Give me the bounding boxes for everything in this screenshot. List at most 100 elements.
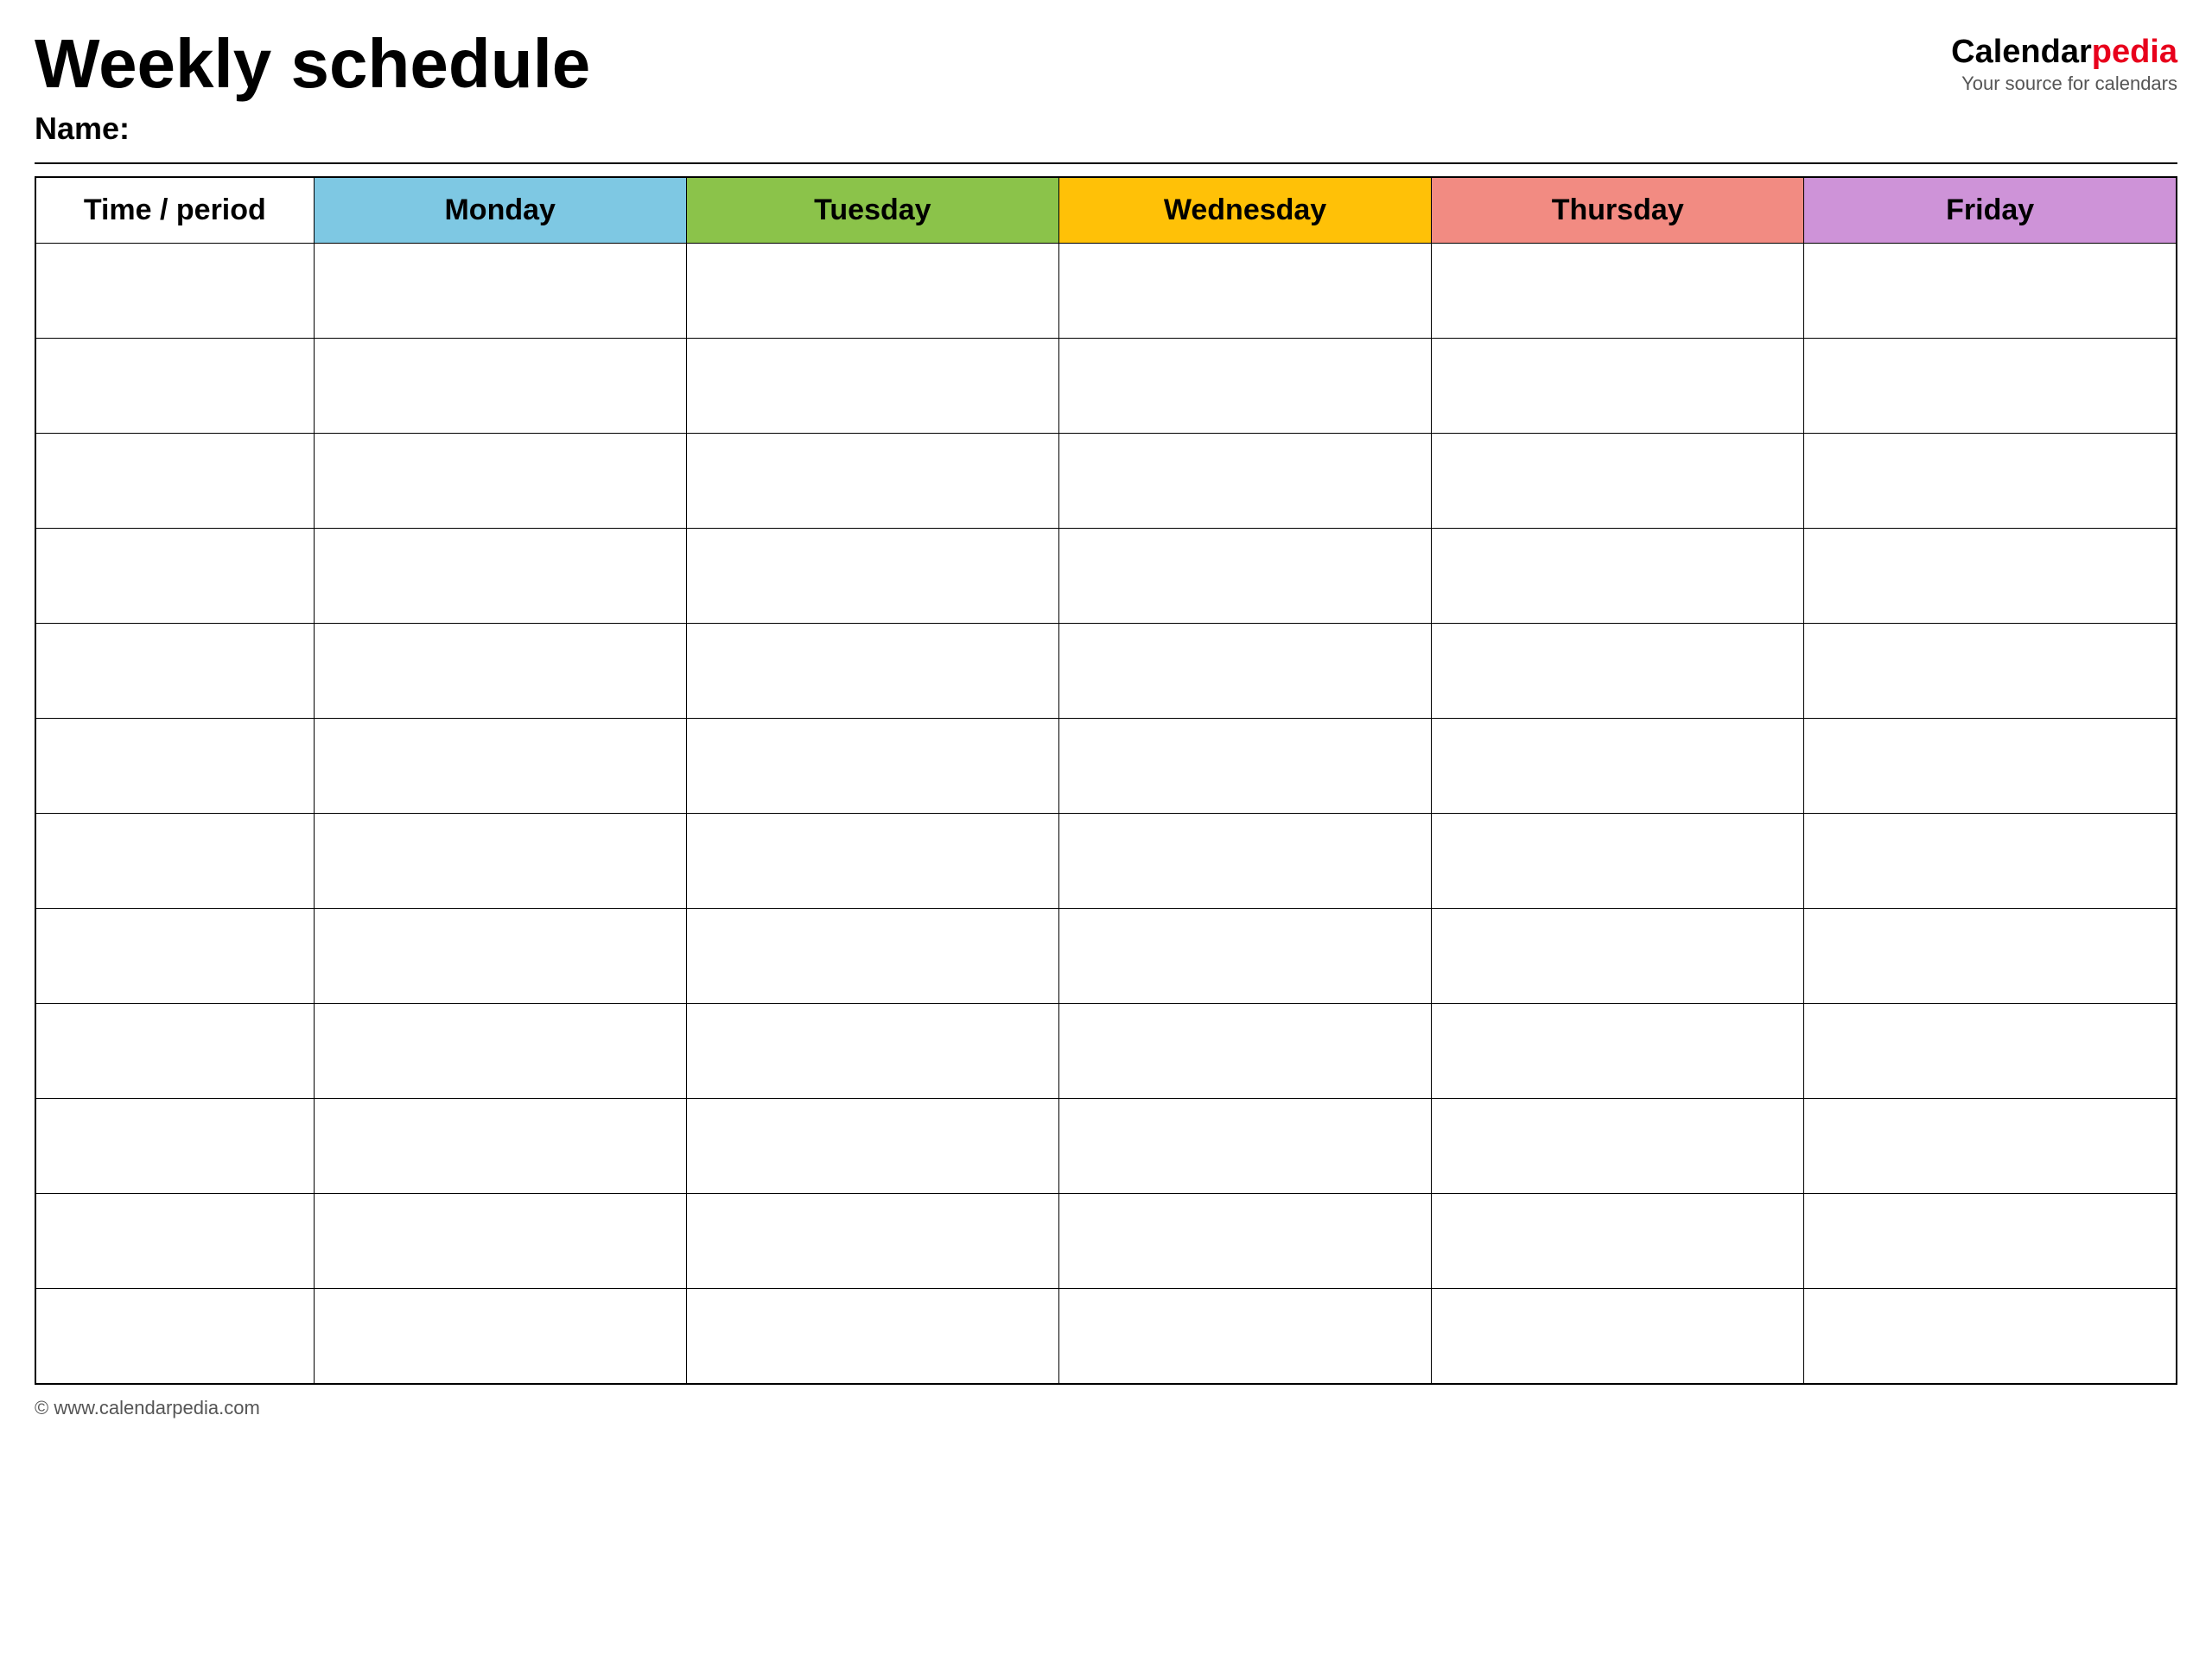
logo-pedia: pedia [2092, 34, 2177, 70]
schedule-table: Time / period Monday Tuesday Wednesday T… [35, 176, 2177, 1385]
time-cell[interactable] [35, 909, 314, 1004]
schedule-cell[interactable] [1804, 814, 2177, 909]
schedule-cell[interactable] [686, 624, 1058, 719]
schedule-cell[interactable] [1432, 339, 1804, 434]
schedule-cell[interactable] [314, 1194, 686, 1289]
col-header-tuesday: Tuesday [686, 177, 1058, 244]
table-row [35, 1289, 2177, 1384]
logo-subtitle: Your source for calendars [1961, 73, 2177, 95]
schedule-cell[interactable] [1058, 814, 1431, 909]
schedule-cell[interactable] [314, 624, 686, 719]
table-row [35, 1099, 2177, 1194]
schedule-cell[interactable] [314, 909, 686, 1004]
schedule-cell[interactable] [314, 434, 686, 529]
schedule-cell[interactable] [686, 719, 1058, 814]
table-row [35, 434, 2177, 529]
time-cell[interactable] [35, 1289, 314, 1384]
schedule-cell[interactable] [314, 1289, 686, 1384]
table-header-row: Time / period Monday Tuesday Wednesday T… [35, 177, 2177, 244]
schedule-cell[interactable] [1058, 624, 1431, 719]
schedule-cell[interactable] [1432, 529, 1804, 624]
schedule-cell[interactable] [1058, 1099, 1431, 1194]
schedule-cell[interactable] [1804, 624, 2177, 719]
schedule-cell[interactable] [686, 909, 1058, 1004]
schedule-cell[interactable] [1432, 1004, 1804, 1099]
time-cell[interactable] [35, 1004, 314, 1099]
schedule-cell[interactable] [1804, 909, 2177, 1004]
time-cell[interactable] [35, 814, 314, 909]
time-cell[interactable] [35, 1194, 314, 1289]
schedule-cell[interactable] [686, 1099, 1058, 1194]
schedule-cell[interactable] [1058, 529, 1431, 624]
time-cell[interactable] [35, 624, 314, 719]
time-cell[interactable] [35, 434, 314, 529]
table-row [35, 244, 2177, 339]
schedule-cell[interactable] [314, 529, 686, 624]
page-title: Weekly schedule [35, 26, 590, 102]
schedule-cell[interactable] [686, 814, 1058, 909]
schedule-cell[interactable] [1804, 1004, 2177, 1099]
table-row [35, 1004, 2177, 1099]
time-cell[interactable] [35, 719, 314, 814]
schedule-cell[interactable] [1804, 339, 2177, 434]
schedule-cell[interactable] [686, 339, 1058, 434]
title-area: Weekly schedule Name: [35, 26, 590, 147]
table-row [35, 339, 2177, 434]
logo-calendar: Calendar [1951, 34, 2092, 70]
table-row [35, 909, 2177, 1004]
schedule-cell[interactable] [314, 244, 686, 339]
footer-url: © www.calendarpedia.com [35, 1397, 260, 1418]
schedule-cell[interactable] [1432, 624, 1804, 719]
schedule-cell[interactable] [1804, 1194, 2177, 1289]
schedule-cell[interactable] [314, 814, 686, 909]
schedule-cell[interactable] [686, 1289, 1058, 1384]
table-row [35, 624, 2177, 719]
schedule-cell[interactable] [1058, 434, 1431, 529]
name-label: Name: [35, 111, 590, 147]
schedule-cell[interactable] [1804, 529, 2177, 624]
schedule-cell[interactable] [314, 1004, 686, 1099]
schedule-cell[interactable] [1432, 719, 1804, 814]
time-cell[interactable] [35, 244, 314, 339]
schedule-cell[interactable] [314, 1099, 686, 1194]
schedule-cell[interactable] [686, 1004, 1058, 1099]
logo-text: Calendarpedia [1951, 35, 2177, 71]
time-cell[interactable] [35, 1099, 314, 1194]
table-row [35, 1194, 2177, 1289]
schedule-cell[interactable] [1432, 434, 1804, 529]
col-header-time: Time / period [35, 177, 314, 244]
schedule-cell[interactable] [686, 529, 1058, 624]
footer: © www.calendarpedia.com [35, 1397, 2177, 1419]
schedule-cell[interactable] [314, 339, 686, 434]
time-cell[interactable] [35, 529, 314, 624]
schedule-cell[interactable] [686, 1194, 1058, 1289]
schedule-cell[interactable] [1804, 1289, 2177, 1384]
schedule-cell[interactable] [1058, 1194, 1431, 1289]
header: Weekly schedule Name: Calendarpedia Your… [35, 26, 2177, 147]
schedule-cell[interactable] [1432, 244, 1804, 339]
schedule-cell[interactable] [1804, 719, 2177, 814]
schedule-cell[interactable] [1432, 1289, 1804, 1384]
schedule-cell[interactable] [1432, 1099, 1804, 1194]
time-cell[interactable] [35, 339, 314, 434]
schedule-cell[interactable] [1058, 339, 1431, 434]
schedule-cell[interactable] [1804, 1099, 2177, 1194]
schedule-cell[interactable] [1804, 434, 2177, 529]
schedule-cell[interactable] [314, 719, 686, 814]
schedule-cell[interactable] [1058, 1004, 1431, 1099]
schedule-cell[interactable] [686, 434, 1058, 529]
schedule-cell[interactable] [686, 244, 1058, 339]
schedule-cell[interactable] [1058, 909, 1431, 1004]
col-header-friday: Friday [1804, 177, 2177, 244]
schedule-body [35, 244, 2177, 1384]
schedule-cell[interactable] [1804, 244, 2177, 339]
schedule-cell[interactable] [1058, 244, 1431, 339]
schedule-cell[interactable] [1432, 1194, 1804, 1289]
schedule-cell[interactable] [1432, 814, 1804, 909]
col-header-wednesday: Wednesday [1058, 177, 1431, 244]
schedule-cell[interactable] [1058, 719, 1431, 814]
table-row [35, 719, 2177, 814]
schedule-cell[interactable] [1432, 909, 1804, 1004]
schedule-cell[interactable] [1058, 1289, 1431, 1384]
table-row [35, 814, 2177, 909]
